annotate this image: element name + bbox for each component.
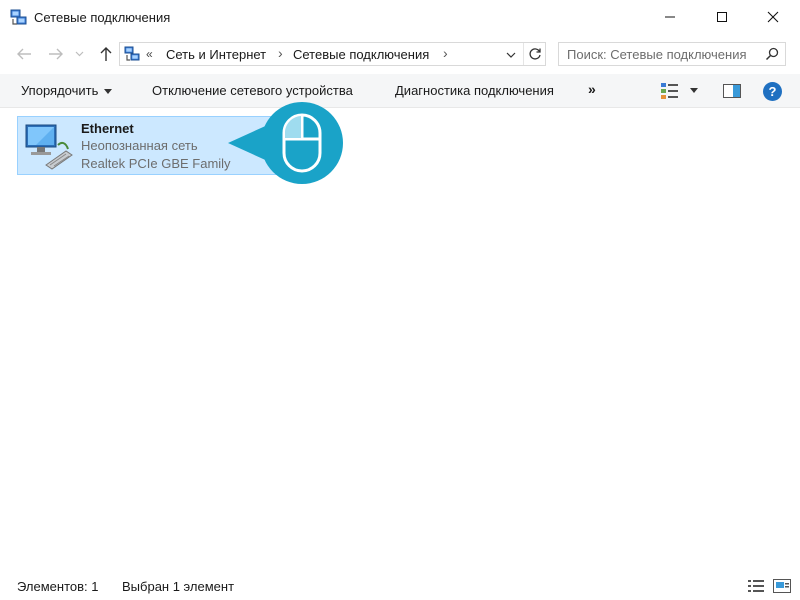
mouse-icon	[228, 102, 343, 184]
refresh-button[interactable]	[523, 43, 545, 65]
arrow-up-icon	[100, 47, 112, 61]
minimize-icon	[665, 16, 675, 18]
address-overflow[interactable]: «	[146, 47, 153, 61]
breadcrumb-network-internet[interactable]: Сеть и Интернет	[166, 47, 266, 62]
breadcrumb-separator[interactable]: ›	[443, 45, 448, 61]
network-connections-icon	[10, 9, 27, 25]
refresh-icon	[528, 48, 541, 60]
status-bar: Элементов: 1 Выбран 1 элемент	[0, 574, 800, 600]
minimize-button[interactable]	[647, 0, 693, 34]
ethernet-adapter-icon	[25, 124, 73, 170]
change-view-icon[interactable]	[660, 82, 680, 100]
view-options-chevron-icon[interactable]	[690, 88, 698, 93]
back-button[interactable]	[13, 44, 35, 64]
help-button[interactable]: ?	[763, 82, 782, 101]
up-button[interactable]	[95, 44, 117, 64]
search-box[interactable]	[558, 42, 786, 66]
selection-count: Выбран 1 элемент	[122, 579, 235, 594]
connections-list: Ethernet Неопознанная сеть Realtek PCIe …	[0, 102, 800, 569]
connection-name: Ethernet	[81, 121, 134, 136]
maximize-icon	[717, 12, 727, 22]
disable-device-button[interactable]: Отключение сетевого устройства	[152, 83, 353, 98]
recent-locations-button[interactable]	[72, 44, 86, 64]
diagnose-connection-button[interactable]: Диагностика подключения	[395, 83, 554, 98]
command-bar: Упорядочить Отключение сетевого устройст…	[0, 74, 800, 108]
address-history-button[interactable]	[502, 46, 520, 64]
address-bar[interactable]: « Сеть и Интернет › Сетевые подключения …	[119, 42, 546, 66]
preview-pane-icon[interactable]	[722, 82, 742, 100]
window-title: Сетевые подключения	[34, 10, 171, 25]
maximize-button[interactable]	[699, 0, 745, 34]
arrow-left-icon	[17, 48, 31, 60]
chevron-down-icon	[506, 52, 516, 58]
title-bar: Сетевые подключения	[0, 0, 800, 34]
organize-label: Упорядочить	[21, 83, 99, 98]
forward-button[interactable]	[45, 44, 67, 64]
search-icon[interactable]	[765, 47, 779, 61]
close-button[interactable]	[750, 0, 796, 34]
details-view-icon[interactable]	[746, 578, 766, 594]
breadcrumb-network-connections[interactable]: Сетевые подключения	[293, 47, 429, 62]
close-icon	[767, 11, 779, 23]
navigation-bar: « Сеть и Интернет › Сетевые подключения …	[0, 36, 800, 72]
breadcrumb-separator[interactable]: ›	[278, 45, 283, 61]
organize-button[interactable]: Упорядочить	[21, 83, 113, 98]
network-connections-icon	[124, 46, 140, 61]
connection-status: Неопознанная сеть	[81, 138, 198, 153]
chevron-down-icon	[104, 89, 113, 95]
connection-device: Realtek PCIe GBE Family	[81, 156, 231, 171]
search-input[interactable]	[559, 43, 759, 65]
more-commands-button[interactable]: »	[588, 81, 596, 97]
arrow-right-icon	[49, 48, 63, 60]
item-count: Элементов: 1	[17, 579, 99, 594]
large-icons-view-icon[interactable]	[772, 578, 792, 594]
chevron-down-icon	[75, 51, 83, 57]
